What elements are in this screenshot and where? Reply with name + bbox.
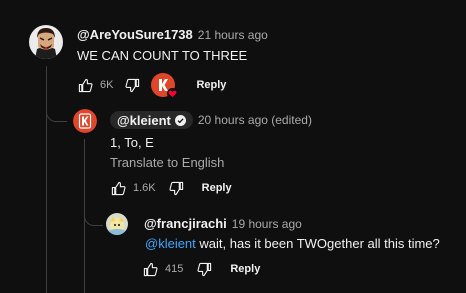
- like-button[interactable]: [110, 180, 126, 196]
- verified-check-icon: [174, 114, 186, 126]
- creator-handle-chip[interactable]: @kleient: [110, 111, 193, 129]
- thread-line-branch-1: [46, 66, 67, 122]
- thumb-down-icon: [169, 181, 184, 195]
- thumb-up-icon: [111, 181, 126, 195]
- comment-author: @kleient: [117, 112, 171, 128]
- comment-timestamp[interactable]: 20 hours ago (edited): [198, 113, 312, 127]
- mention-link[interactable]: @kleient: [145, 236, 196, 251]
- thumb-up-icon: [78, 78, 93, 92]
- creator-heart-badge: [151, 73, 179, 99]
- dislike-button[interactable]: [169, 180, 185, 196]
- like-button[interactable]: [77, 77, 93, 93]
- thumb-up-icon: [143, 262, 158, 276]
- thumb-down-icon: [125, 78, 140, 92]
- avatar[interactable]: [73, 109, 97, 133]
- avatar[interactable]: [29, 25, 63, 59]
- comment-text: WE CAN COUNT TO THREE: [77, 48, 248, 63]
- thread-line-branch-2: [84, 139, 103, 226]
- dislike-button[interactable]: [124, 77, 140, 93]
- thumb-down-icon: [197, 262, 212, 276]
- comment-body: wait, has it been TWOgether all this tim…: [195, 236, 440, 251]
- like-count: 415: [165, 263, 184, 275]
- avatar[interactable]: [106, 213, 128, 235]
- comment-timestamp[interactable]: 19 hours ago: [232, 217, 302, 231]
- comment-author[interactable]: @AreYouSure1738: [77, 27, 193, 42]
- reply-button[interactable]: Reply: [202, 182, 232, 194]
- reply-button[interactable]: Reply: [230, 263, 260, 275]
- translate-link[interactable]: Translate to English: [110, 155, 224, 170]
- comment-author[interactable]: @francjirachi: [144, 216, 227, 231]
- dislike-button[interactable]: [196, 261, 212, 277]
- like-button[interactable]: [142, 261, 158, 277]
- reply-button[interactable]: Reply: [196, 79, 226, 91]
- like-count: 1.6K: [133, 182, 156, 194]
- comment-text: @kleient wait, has it been TWOgether all…: [145, 236, 440, 251]
- heart-icon: [167, 88, 179, 99]
- like-count: 6K: [100, 79, 114, 91]
- comment-text: 1, To, E: [110, 135, 154, 150]
- comment-timestamp[interactable]: 21 hours ago: [198, 28, 268, 42]
